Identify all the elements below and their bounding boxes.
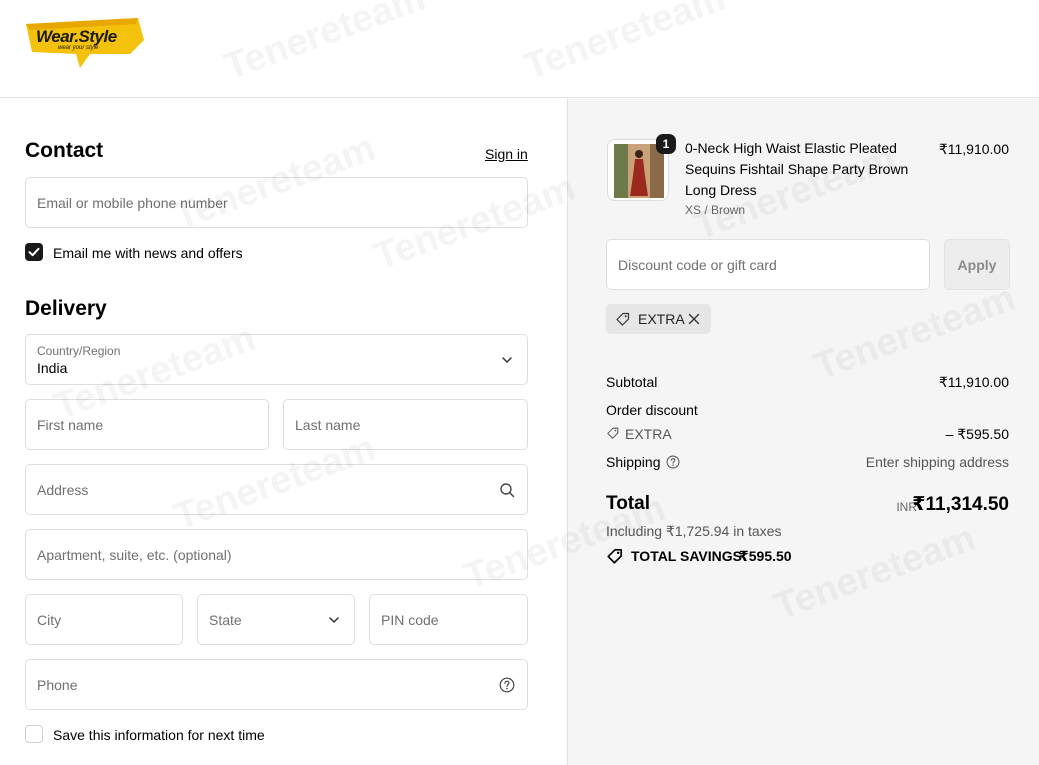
state-select[interactable]: State (197, 594, 355, 645)
close-icon[interactable] (686, 311, 702, 327)
product-title: 0-Neck High Waist Elastic Pleated Sequin… (685, 140, 909, 198)
checkout-form: Contact Sign in Email or mobile phone nu… (0, 99, 567, 765)
product-variant: XS / Brown (685, 203, 746, 217)
country-select[interactable]: Country/Region India (25, 334, 528, 385)
state-placeholder: State (209, 611, 242, 628)
page-header: Wear.Style wear your style (0, 0, 1039, 98)
chevron-down-icon (329, 616, 339, 623)
subtotal-label: Subtotal (606, 374, 658, 390)
shipping-label: Shipping (606, 454, 661, 470)
tag-icon (607, 548, 623, 564)
country-value: India (37, 360, 68, 376)
total-value: ₹11,314.50 (912, 494, 1009, 515)
first-name-field[interactable]: First name (25, 399, 269, 450)
discount-code-label: EXTRA (625, 426, 672, 442)
news-checkbox-label: Email me with news and offers (53, 245, 243, 261)
applied-code-label: EXTRA (638, 311, 685, 327)
last-name-placeholder: Last name (295, 416, 361, 433)
apartment-field[interactable]: Apartment, suite, etc. (optional) (25, 529, 528, 580)
total-label: Total (606, 493, 650, 514)
first-name-placeholder: First name (37, 416, 104, 433)
tag-icon (607, 427, 619, 439)
shipping-value: Enter shipping address (865, 454, 1009, 470)
quantity-badge: 1 (656, 134, 676, 154)
tag-icon (616, 312, 630, 326)
product-price: ₹11,910.00 (938, 141, 1009, 157)
country-label: Country/Region (37, 344, 121, 358)
applied-discount-chip: EXTRA (606, 304, 711, 334)
save-info-checkbox[interactable] (25, 725, 43, 743)
order-summary: 1 0-Neck High Waist Elastic Pleated Sequ… (567, 99, 1039, 765)
search-icon[interactable] (499, 482, 515, 498)
pin-code-field[interactable]: PIN code (369, 594, 528, 645)
phone-placeholder: Phone (37, 676, 78, 693)
sign-in-link[interactable]: Sign in (485, 146, 528, 162)
pin-code-placeholder: PIN code (381, 611, 439, 628)
taxes-note: Including ₹1,725.94 in taxes (606, 523, 782, 539)
apply-button[interactable]: Apply (944, 239, 1010, 290)
help-circle-icon[interactable] (666, 455, 680, 469)
total-savings-value: ₹595.50 (739, 548, 792, 564)
address-placeholder: Address (37, 481, 89, 498)
discount-code-field[interactable]: Discount code or gift card (606, 239, 930, 290)
save-info-label: Save this information for next time (53, 727, 265, 743)
news-checkbox[interactable] (25, 243, 43, 261)
last-name-field[interactable]: Last name (283, 399, 528, 450)
discount-placeholder: Discount code or gift card (618, 256, 777, 273)
apartment-placeholder: Apartment, suite, etc. (optional) (37, 546, 232, 563)
email-field[interactable]: Email or mobile phone number (25, 177, 528, 228)
email-placeholder: Email or mobile phone number (37, 194, 228, 211)
city-field[interactable]: City (25, 594, 183, 645)
city-placeholder: City (37, 611, 62, 628)
chevron-down-icon (502, 356, 512, 363)
discount-value: – ₹595.50 (945, 426, 1009, 442)
brand-tagline: wear your style (58, 45, 99, 51)
help-circle-icon[interactable] (499, 677, 515, 693)
order-discount-label: Order discount (606, 402, 698, 418)
brand-logo[interactable]: Wear.Style wear your style (26, 18, 146, 70)
check-icon (28, 247, 40, 257)
subtotal-value: ₹11,910.00 (938, 374, 1009, 390)
address-field[interactable]: Address (25, 464, 528, 515)
contact-heading: Contact (25, 139, 104, 162)
brand-name: Wear.Style (36, 27, 117, 46)
total-savings-label: TOTAL SAVINGS (631, 548, 742, 564)
phone-field[interactable]: Phone (25, 659, 528, 710)
delivery-heading: Delivery (25, 297, 107, 320)
